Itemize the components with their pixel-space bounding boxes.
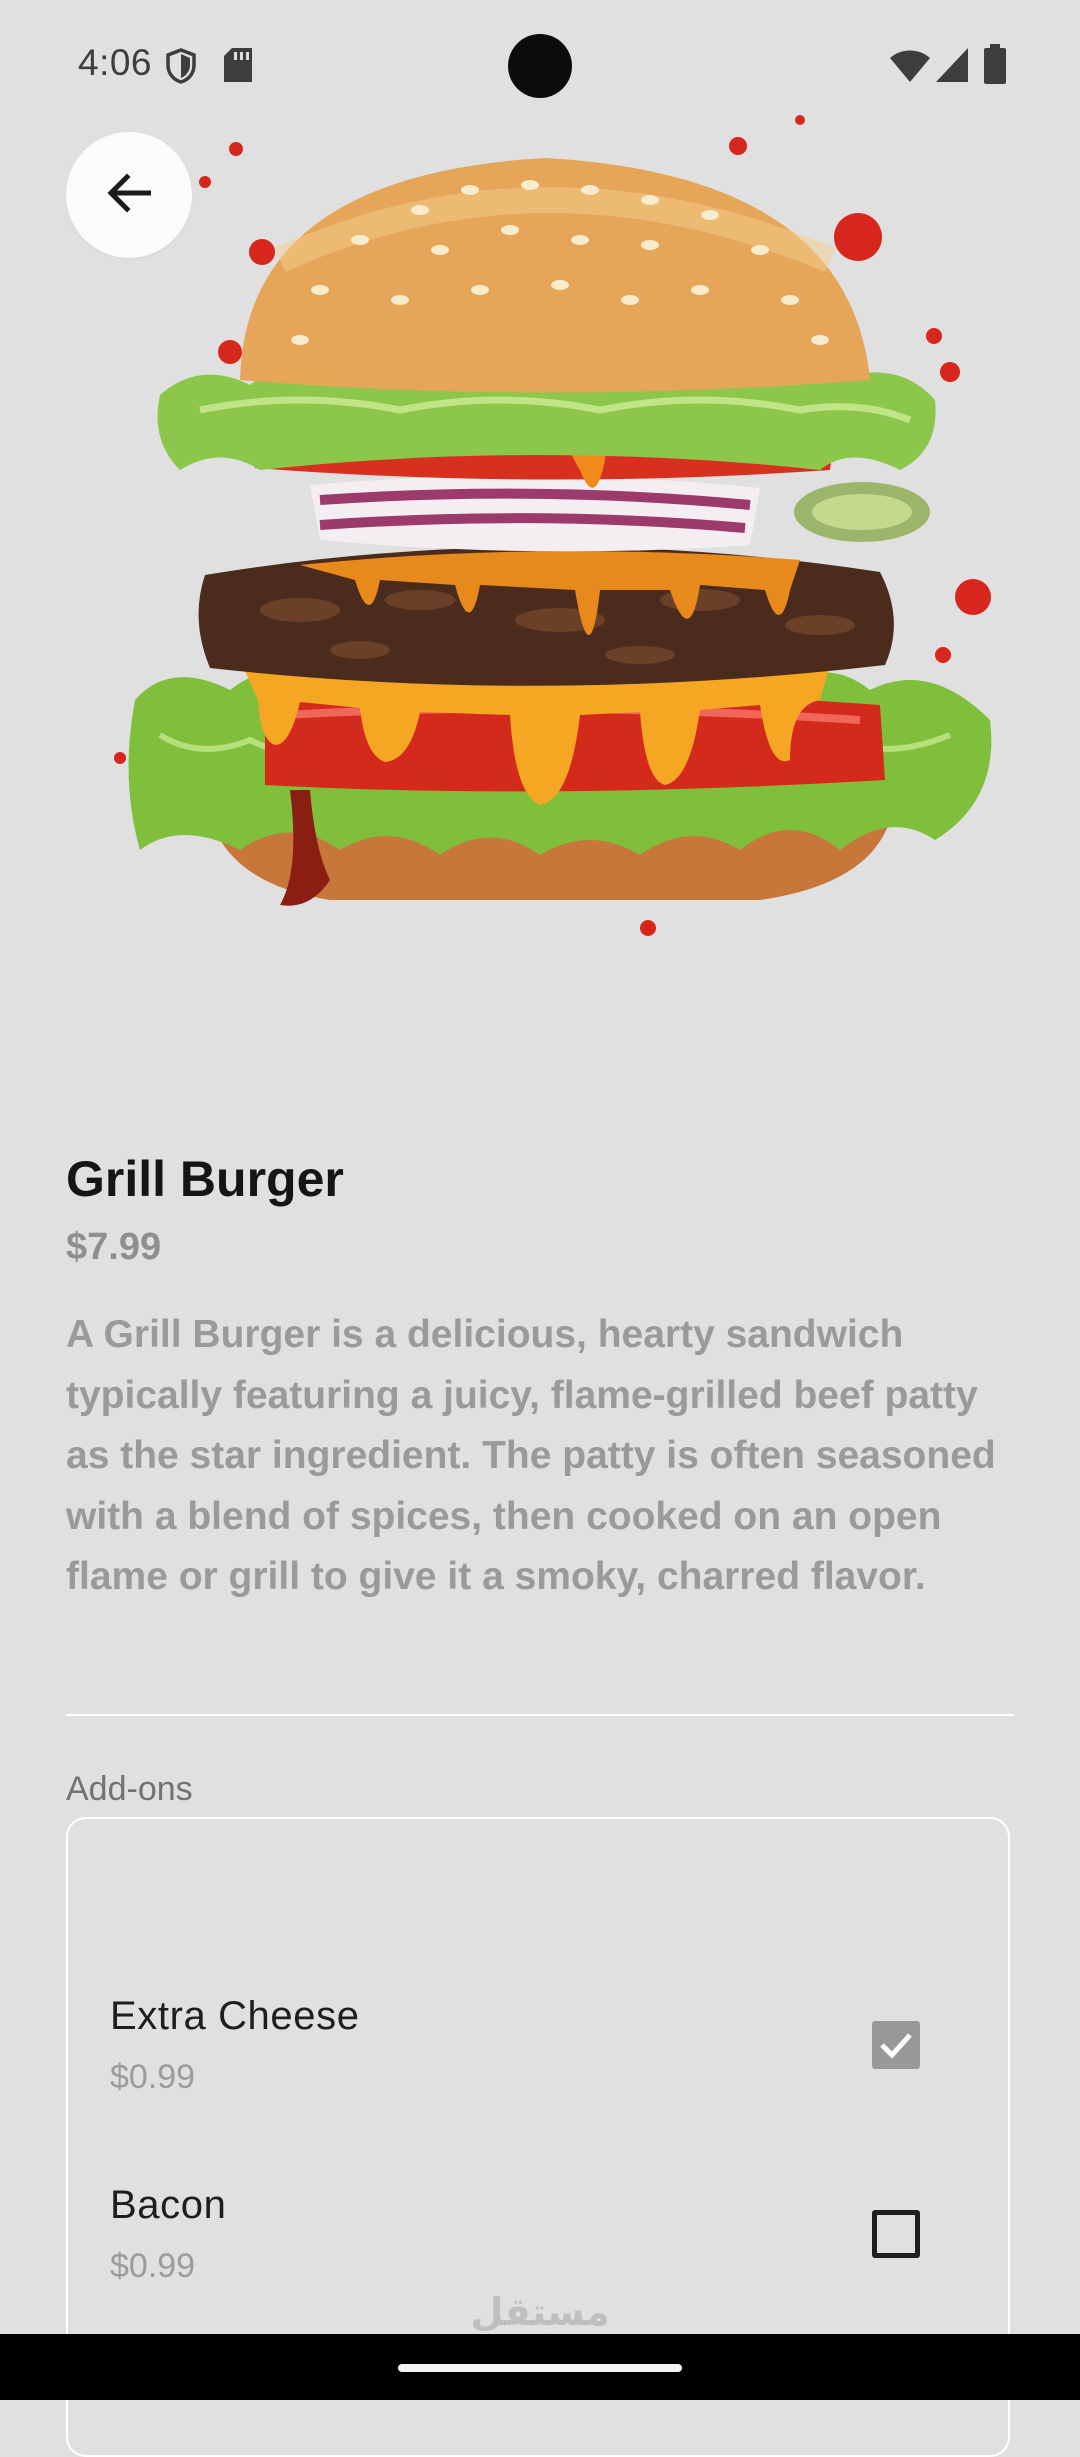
back-button[interactable] bbox=[66, 132, 192, 258]
watermark-text: مستقل bbox=[470, 2290, 610, 2334]
addons-label: Add-ons bbox=[66, 1770, 193, 1808]
battery-icon bbox=[984, 44, 1006, 89]
divider bbox=[66, 1714, 1014, 1716]
addon-price: $0.99 bbox=[110, 2247, 196, 2285]
addon-price: $0.99 bbox=[110, 2058, 196, 2096]
bacon-checkbox[interactable] bbox=[872, 2210, 920, 2258]
sd-card-icon bbox=[224, 48, 252, 87]
extra-cheese-checkbox[interactable] bbox=[872, 2021, 920, 2069]
home-gesture-handle[interactable] bbox=[398, 2364, 682, 2372]
shield-icon bbox=[166, 48, 196, 89]
signal-icon bbox=[936, 48, 968, 87]
checkmark-icon bbox=[872, 2033, 920, 2073]
addon-name: Extra Cheese bbox=[110, 1994, 360, 2038]
arrow-left-icon bbox=[107, 172, 152, 218]
product-price: $7.99 bbox=[66, 1226, 162, 1268]
product-title: Grill Burger bbox=[66, 1151, 344, 1207]
product-description: A Grill Burger is a delicious, hearty sa… bbox=[66, 1313, 996, 1598]
wifi-icon bbox=[890, 50, 930, 87]
camera-cutout bbox=[508, 34, 572, 98]
addon-name: Bacon bbox=[110, 2183, 227, 2227]
status-time: 4:06 bbox=[78, 42, 153, 83]
